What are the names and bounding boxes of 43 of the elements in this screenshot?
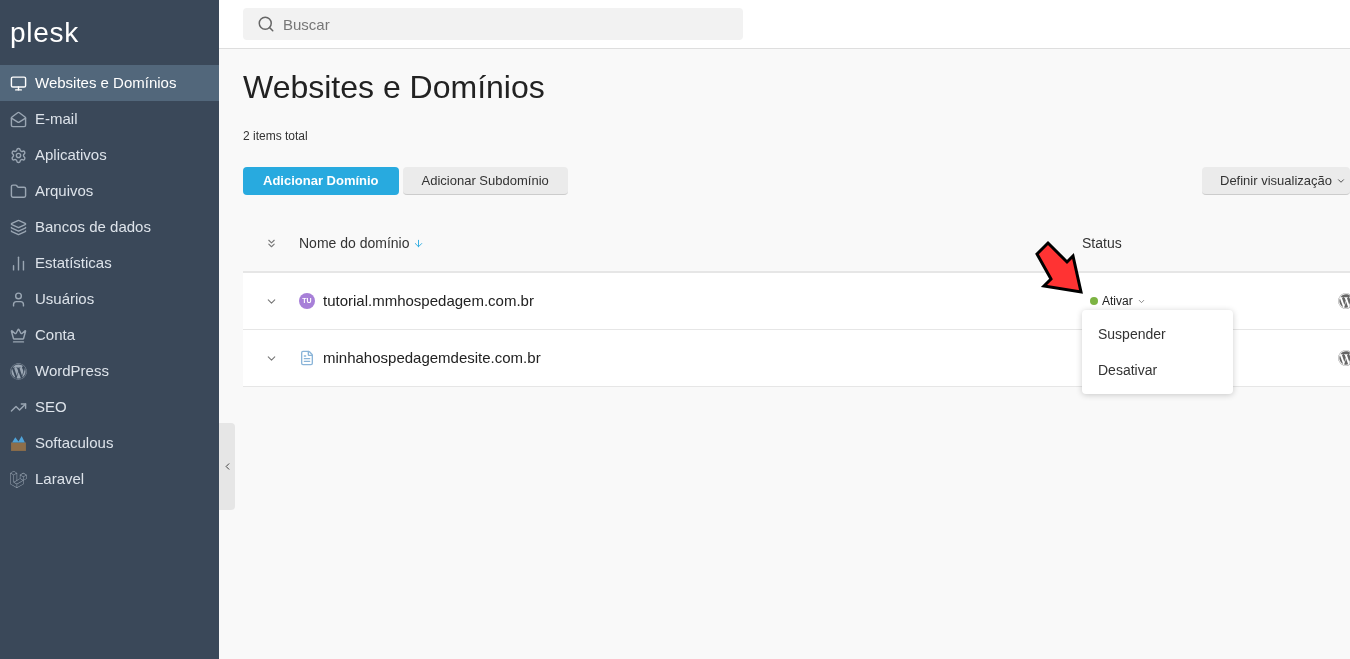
sidebar-item[interactable]: Aplicativos (0, 137, 219, 173)
menu-item[interactable]: Suspender (1082, 316, 1233, 352)
monitor-icon (10, 74, 27, 92)
sidebar-item[interactable]: Estatísticas (0, 245, 219, 281)
sidebar-item[interactable]: Bancos de dados (0, 209, 219, 245)
gear-icon (10, 146, 27, 164)
wordpress-icon[interactable] (1338, 293, 1350, 309)
domain-link[interactable]: minhahospedagemdesite.com.br (323, 346, 541, 370)
box-icon (10, 434, 27, 452)
document-icon (299, 350, 315, 366)
column-header[interactable]: Status (1082, 232, 1122, 254)
search-field[interactable]: Buscar (243, 8, 743, 40)
sidebar-item[interactable]: Usuários (0, 281, 219, 317)
crown-icon (10, 326, 27, 344)
search-icon (257, 15, 275, 33)
layers-icon (10, 218, 27, 236)
envelope-icon (10, 110, 27, 128)
wordpress-icon[interactable] (1338, 350, 1350, 366)
pointer-arrow-icon (1034, 240, 1084, 294)
status-dropdown[interactable]: Ativar (1090, 292, 1146, 310)
column-header[interactable]: Nome do domínio (299, 232, 1082, 254)
sidebar-item[interactable]: SEO (0, 389, 219, 425)
sidebar-item[interactable]: Conta (0, 317, 219, 353)
sidebar-item[interactable]: Arquivos (0, 173, 219, 209)
bar-chart-icon (10, 254, 27, 272)
wordpress-icon (10, 362, 27, 380)
menu-item[interactable]: Desativar (1082, 352, 1233, 388)
sidebar-item[interactable]: Laravel (0, 461, 219, 497)
sidebar-toggle[interactable] (219, 423, 235, 510)
add-subdomain-button[interactable]: Adicionar Subdomínio (402, 167, 568, 195)
domain-link[interactable]: tutorial.mmhospedagem.com.br (323, 289, 534, 313)
laravel-icon (10, 470, 27, 488)
sidebar-item[interactable]: Softaculous (0, 425, 219, 461)
folder-icon (10, 182, 27, 200)
sidebar-item[interactable]: WordPress (0, 353, 219, 389)
sidebar-item[interactable]: Websites e Domínios (0, 65, 219, 101)
sidebar-item[interactable]: E-mail (0, 101, 219, 137)
logo[interactable]: plesk (10, 18, 79, 47)
view-button[interactable]: Definir visualização (1202, 167, 1350, 195)
user-icon (10, 290, 27, 308)
sort-arrow-icon (412, 237, 424, 249)
page-title: Websites e Domínios (243, 68, 546, 107)
items-count: 2 items total (243, 128, 309, 145)
